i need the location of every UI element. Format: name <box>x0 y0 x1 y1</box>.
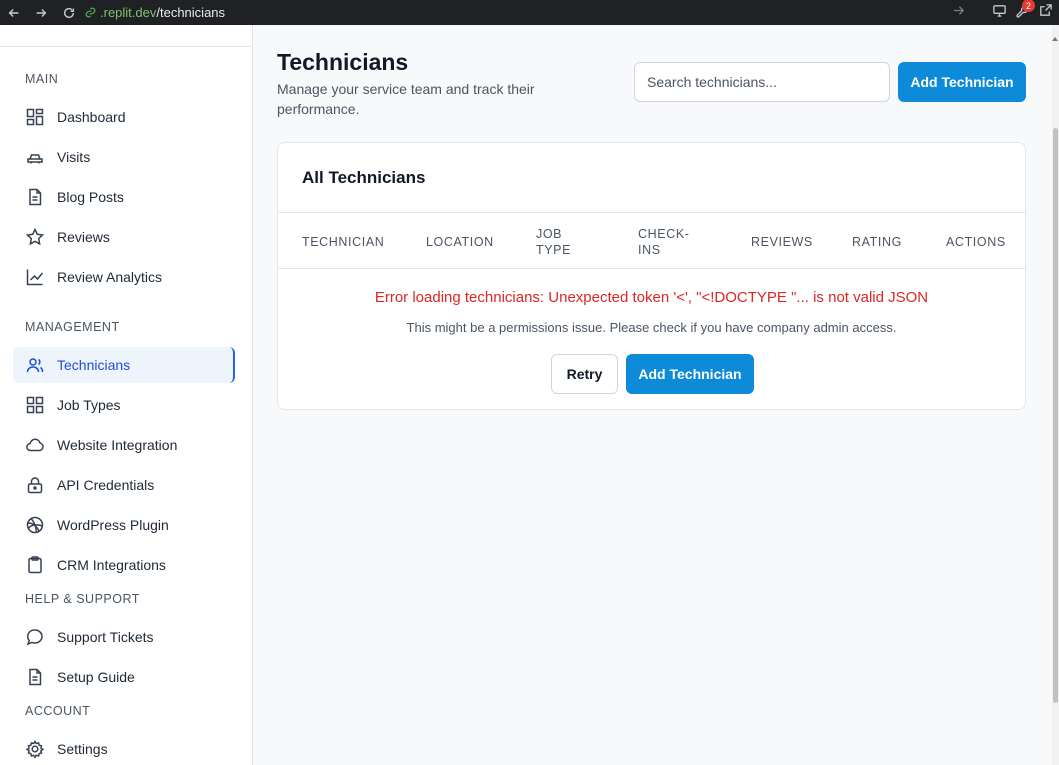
message-icon <box>25 627 45 647</box>
reload-icon[interactable] <box>58 2 80 24</box>
table-header: TECHNICIAN LOCATION JOB TYPE CHECK-INS R… <box>278 212 1025 269</box>
sidebar-item-visits[interactable]: Visits <box>13 139 235 175</box>
page-subtitle: Manage your service team and track their… <box>277 81 535 117</box>
star-icon <box>25 227 45 247</box>
scrollbar[interactable] <box>1052 25 1059 765</box>
sidebar-item-settings[interactable]: Settings <box>13 731 235 765</box>
error-message: Error loading technicians: Unexpected to… <box>374 289 929 306</box>
column-header-reviews: REVIEWS <box>751 235 813 249</box>
link-icon <box>84 6 97 19</box>
column-header-check-ins: CHECK-INS <box>638 227 690 257</box>
sidebar-item-label: Job Types <box>57 397 121 413</box>
document-icon <box>25 187 45 207</box>
car-icon <box>25 147 45 167</box>
search-input[interactable] <box>634 62 890 102</box>
address-bar[interactable]: .replit.dev/technicians <box>84 2 984 23</box>
gear-icon <box>25 739 45 759</box>
retry-button[interactable]: Retry <box>551 354 618 394</box>
line-chart-icon <box>25 267 45 287</box>
column-header-actions: ACTIONS <box>946 235 1006 249</box>
sidebar: MAIN Dashboard Visits Blog Posts Reviews… <box>0 25 253 765</box>
grid-icon <box>25 395 45 415</box>
column-header-location: LOCATION <box>426 235 494 249</box>
sidebar-item-dashboard[interactable]: Dashboard <box>13 99 235 135</box>
card-title: All Technicians <box>302 168 426 187</box>
column-header-job-type: JOB TYPE <box>536 227 572 257</box>
sidebar-item-technicians[interactable]: Technicians <box>13 347 235 383</box>
sidebar-item-review-analytics[interactable]: Review Analytics <box>13 259 235 295</box>
wrench-icon[interactable]: 2 <box>1015 0 1035 20</box>
dashboard-grid-icon <box>25 107 45 127</box>
add-technician-button[interactable]: Add Technician <box>898 62 1026 102</box>
sidebar-item-reviews[interactable]: Reviews <box>13 219 235 255</box>
sidebar-item-support-tickets[interactable]: Support Tickets <box>13 619 235 655</box>
cloud-icon <box>25 435 45 455</box>
add-technician-button[interactable]: Add Technician <box>626 354 754 394</box>
notification-badge: 2 <box>1022 0 1035 12</box>
document-icon <box>25 667 45 687</box>
sidebar-item-label: Reviews <box>57 229 110 245</box>
sidebar-item-label: Setup Guide <box>57 669 135 685</box>
scroll-thumb[interactable] <box>1053 128 1058 703</box>
section-title-help-support: HELP & SUPPORT <box>25 592 140 606</box>
sidebar-item-label: Blog Posts <box>57 189 124 205</box>
browser-toolbar: .replit.dev/technicians 2 <box>0 0 1059 25</box>
globe-icon <box>25 515 45 535</box>
sidebar-item-api-credentials[interactable]: API Credentials <box>13 467 235 503</box>
section-title-account: ACCOUNT <box>25 704 91 718</box>
sidebar-item-website-integration[interactable]: Website Integration <box>13 427 235 463</box>
sidebar-item-blog-posts[interactable]: Blog Posts <box>13 179 235 215</box>
sidebar-item-label: API Credentials <box>57 477 155 493</box>
clipboard-icon <box>25 555 45 575</box>
url-domain: .replit.dev <box>100 5 157 20</box>
users-icon <box>25 355 45 375</box>
column-header-technician: TECHNICIAN <box>302 235 385 249</box>
column-header-rating: RATING <box>852 235 902 249</box>
sidebar-item-crm-integrations[interactable]: CRM Integrations <box>13 547 235 583</box>
sidebar-item-label: Visits <box>57 149 91 165</box>
sidebar-item-label: Review Analytics <box>57 269 163 285</box>
section-title-management: MANAGEMENT <box>25 320 120 334</box>
section-title-main: MAIN <box>25 72 59 86</box>
sidebar-item-label: Support Tickets <box>57 629 154 645</box>
sidebar-item-job-types[interactable]: Job Types <box>13 387 235 423</box>
divider <box>0 46 252 47</box>
error-hint: This might be a permissions issue. Pleas… <box>406 320 897 335</box>
sidebar-item-label: Dashboard <box>57 109 126 125</box>
sidebar-item-setup-guide[interactable]: Setup Guide <box>13 659 235 695</box>
sidebar-item-label: WordPress Plugin <box>57 517 169 533</box>
browser-actions: 2 <box>951 0 1059 25</box>
sidebar-item-wordpress-plugin[interactable]: WordPress Plugin <box>13 507 235 543</box>
external-link-icon[interactable] <box>1038 3 1053 23</box>
sidebar-item-label: Settings <box>57 741 108 757</box>
technicians-card: All Technicians TECHNICIAN LOCATION JOB … <box>277 142 1026 410</box>
page-title: Technicians <box>277 49 409 75</box>
url-path: /technicians <box>156 5 226 20</box>
scroll-up-icon[interactable] <box>1052 37 1058 41</box>
forward-icon[interactable] <box>30 2 52 24</box>
sidebar-item-label: Technicians <box>57 357 131 373</box>
arrow-right-icon[interactable] <box>951 3 966 23</box>
monitor-icon[interactable] <box>992 3 1007 23</box>
sidebar-item-label: CRM Integrations <box>57 557 166 573</box>
lock-icon <box>25 475 45 495</box>
back-icon[interactable] <box>3 2 25 24</box>
sidebar-item-label: Website Integration <box>57 437 178 453</box>
